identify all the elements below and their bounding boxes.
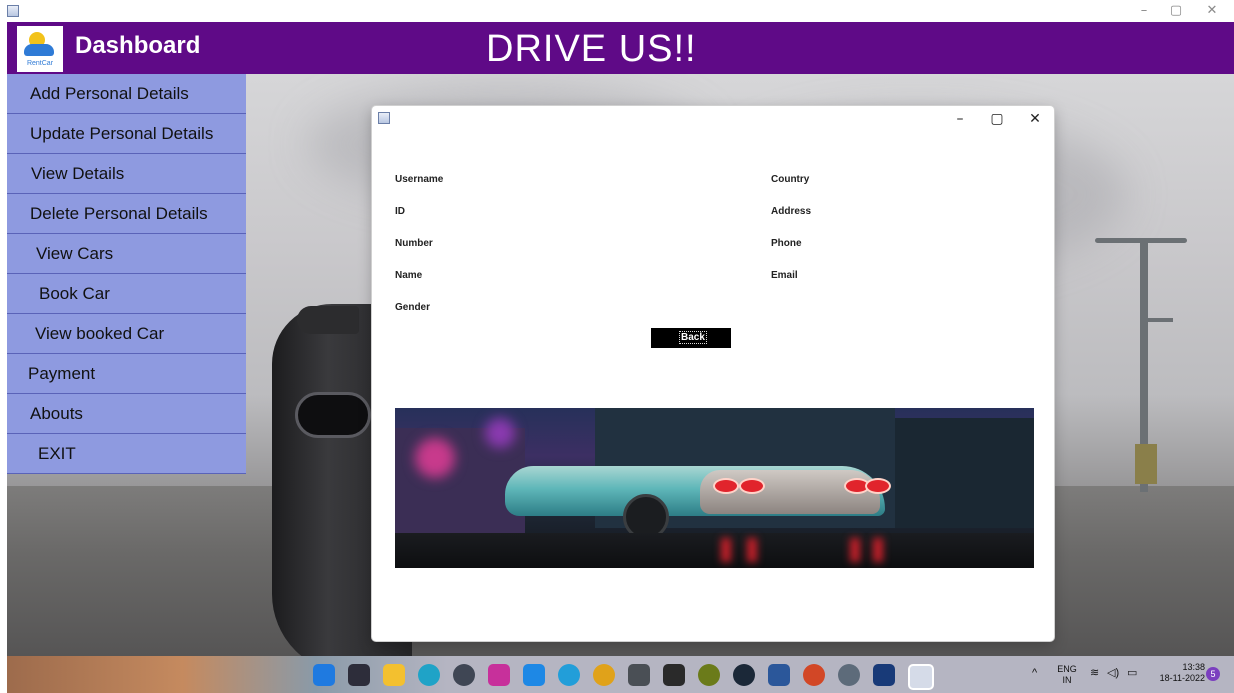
gta-icon[interactable]: [628, 664, 650, 686]
dialog-close-button[interactable]: ✕: [1025, 109, 1045, 129]
java-app-icon[interactable]: [908, 664, 934, 690]
menu-view-cars[interactable]: View Cars: [7, 234, 246, 274]
java-app-icon: [7, 5, 19, 17]
task-view-icon[interactable]: [348, 664, 370, 686]
menu-exit[interactable]: EXIT: [7, 434, 246, 474]
tray-caret-icon[interactable]: ^: [1032, 668, 1037, 679]
xbox-icon[interactable]: [698, 664, 720, 686]
window-titlebar: – ▢ ✕: [0, 0, 1234, 22]
dialog-maximize-button[interactable]: ▢: [987, 109, 1007, 129]
menu-label: EXIT: [38, 444, 76, 463]
windows-taskbar: ^ ENG IN ≋ ◁) ▭ 13:38 18-11-2022 5: [7, 656, 1234, 693]
username-label: Username: [395, 174, 444, 185]
windows-start-icon[interactable]: [313, 664, 335, 686]
country-label: Country: [771, 174, 810, 185]
steam-icon[interactable]: [733, 664, 755, 686]
settings-icon[interactable]: [838, 664, 860, 686]
app-title: DRIVE US!!: [486, 28, 697, 70]
menu-update-personal-details[interactable]: Update Personal Details: [7, 114, 246, 154]
edge-icon[interactable]: [418, 664, 440, 686]
email-label: Email: [771, 270, 798, 281]
back-button-label: Back: [679, 331, 707, 344]
menu-label: View booked Car: [35, 324, 165, 343]
menu-label: Payment: [28, 364, 96, 383]
car-banner-image: [395, 408, 1034, 568]
view-details-dialog: – ▢ ✕ Username ID Number Name Gender Cou…: [372, 106, 1054, 641]
menu-add-personal-details[interactable]: Add Personal Details: [7, 74, 246, 114]
menu-payment[interactable]: Payment: [7, 354, 246, 394]
dashboard-title: Dashboard: [75, 32, 201, 59]
wifi-icon[interactable]: ≋: [1090, 668, 1099, 679]
address-label: Address: [771, 206, 812, 217]
phone-label: Phone: [771, 238, 802, 249]
telegram-icon[interactable]: [558, 664, 580, 686]
powerpoint-icon[interactable]: [803, 664, 825, 686]
instagram-icon[interactable]: [488, 664, 510, 686]
maximize-button[interactable]: ▢: [1168, 3, 1184, 19]
chrome-icon[interactable]: [593, 664, 615, 686]
menu-label: Delete Personal Details: [30, 204, 208, 223]
virtualbox-icon[interactable]: [873, 664, 895, 686]
dialog-minimize-button[interactable]: –: [950, 109, 970, 129]
language-indicator[interactable]: ENG IN: [1055, 664, 1079, 686]
gender-label: Gender: [395, 302, 431, 313]
java-app-icon: [378, 112, 390, 124]
volume-icon[interactable]: ◁): [1107, 668, 1119, 679]
menu-label: Add Personal Details: [30, 84, 189, 103]
menu-label: View Details: [31, 164, 125, 183]
steam-like-icon[interactable]: [453, 664, 475, 686]
close-button[interactable]: ✕: [1204, 3, 1220, 19]
menu-abouts[interactable]: Abouts: [7, 394, 246, 434]
number-label: Number: [395, 238, 433, 249]
rentcar-logo: RentCar: [17, 26, 63, 72]
menu-book-car[interactable]: Book Car: [7, 274, 246, 314]
sidebar-menu: Add Personal Details Update Personal Det…: [7, 74, 246, 474]
back-button[interactable]: Back: [651, 328, 731, 348]
menu-view-booked-car[interactable]: View booked Car: [7, 314, 246, 354]
clock[interactable]: 13:38 18-11-2022: [1149, 662, 1205, 684]
battery-icon[interactable]: ▭: [1127, 668, 1137, 679]
menu-delete-personal-details[interactable]: Delete Personal Details: [7, 194, 246, 234]
menu-label: Update Personal Details: [30, 124, 214, 143]
minimize-button[interactable]: –: [1136, 3, 1152, 19]
file-explorer-icon[interactable]: [383, 664, 405, 686]
word-icon[interactable]: [768, 664, 790, 686]
menu-label: Book Car: [39, 284, 110, 303]
epic-games-icon[interactable]: [663, 664, 685, 686]
vscode-icon[interactable]: [523, 664, 545, 686]
menu-label: View Cars: [36, 244, 114, 263]
notification-badge[interactable]: 5: [1206, 667, 1220, 681]
id-label: ID: [395, 206, 405, 217]
menu-view-details[interactable]: View Details: [7, 154, 246, 194]
header-bar: RentCar Dashboard DRIVE US!!: [7, 22, 1234, 74]
menu-label: Abouts: [30, 404, 83, 423]
name-label: Name: [395, 270, 423, 281]
